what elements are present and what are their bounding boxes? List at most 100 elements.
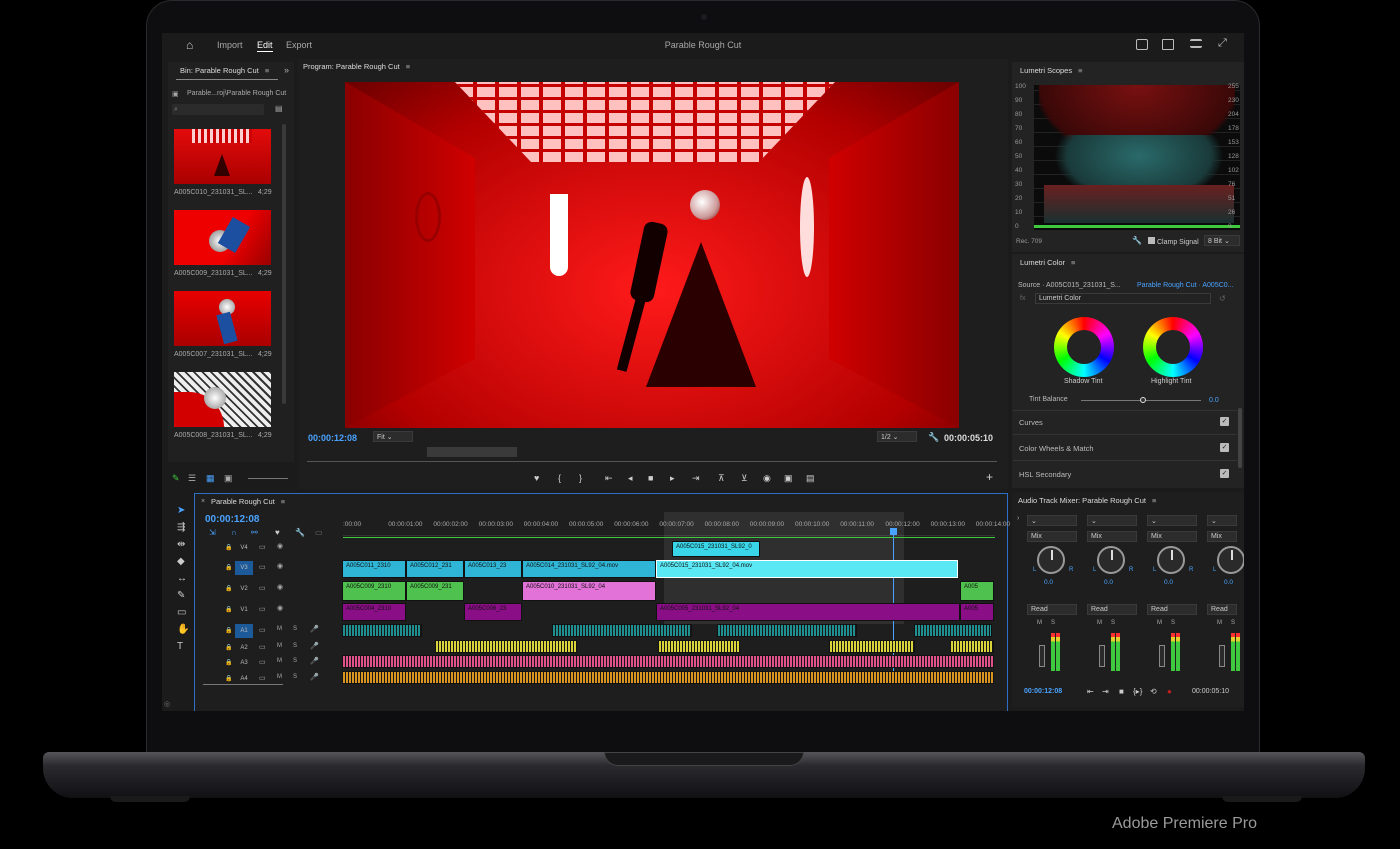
lock-icon[interactable]: 🔒	[225, 659, 232, 666]
channel-solo-button[interactable]: S	[1111, 620, 1115, 626]
channel-solo-button[interactable]: S	[1051, 620, 1055, 626]
add-button-icon[interactable]: +	[986, 470, 993, 484]
ripple-edit-icon[interactable]: ⇹	[177, 539, 185, 550]
timeline-timecode[interactable]: 00:00:12:08	[205, 514, 259, 525]
channel-solo-button[interactable]: S	[1171, 620, 1175, 626]
multicam-icon[interactable]: ▤	[806, 473, 815, 484]
timeline-clip[interactable]: A005C013_23	[464, 560, 522, 578]
lock-icon[interactable]: 🔒	[225, 564, 232, 571]
track-label-a4[interactable]: A4	[235, 672, 253, 686]
bit-depth-dropdown[interactable]: 8 Bit ⌄	[1204, 235, 1240, 246]
lock-icon[interactable]: 🔒	[225, 585, 232, 592]
settings-icon[interactable]	[1190, 39, 1202, 48]
mixer-record-icon[interactable]: ●	[1167, 687, 1172, 696]
mix-dropdown[interactable]: Mix	[1027, 531, 1077, 542]
timeline-clip[interactable]: A005C006_23	[464, 603, 522, 621]
bin-tab[interactable]: Bin: Parable Rough Cut ≡	[180, 66, 269, 75]
clip-thumbnail[interactable]	[174, 210, 271, 265]
lift-icon[interactable]: ⊼	[718, 473, 725, 484]
channel-mute-button[interactable]: M	[1217, 620, 1222, 626]
mic-icon[interactable]: 🎤	[310, 625, 319, 633]
timeline-clip[interactable]: A005	[960, 603, 994, 621]
pan-knob[interactable]	[1217, 546, 1244, 574]
hsl-secondary-section[interactable]: HSL Secondary	[1019, 470, 1071, 479]
slip-tool-icon[interactable]: ↔	[177, 573, 187, 584]
track-label-v2[interactable]: V2	[235, 582, 253, 596]
go-to-out-icon[interactable]: ⇥	[692, 473, 700, 484]
program-tab[interactable]: Program: Parable Rough Cut ≡	[303, 62, 410, 71]
pan-knob[interactable]	[1037, 546, 1065, 574]
pan-value[interactable]: 0.0	[1164, 579, 1173, 586]
audio-clip[interactable]	[342, 671, 994, 684]
solo-button[interactable]: S	[293, 674, 297, 680]
timeline-clip[interactable]: A005C014_231031_SL92_04.mov	[522, 560, 656, 578]
comparison-view-icon[interactable]: ▣	[784, 473, 793, 484]
pen-tool-icon[interactable]: ✎	[177, 590, 185, 601]
channel-input-dropdown[interactable]: ⌄	[1207, 515, 1237, 526]
film-icon[interactable]: ▭	[259, 543, 266, 551]
extract-icon[interactable]: ⊻	[741, 473, 748, 484]
channel-input-dropdown[interactable]: ⌄	[1027, 515, 1077, 526]
mute-button[interactable]: M	[277, 626, 282, 632]
audio-clip[interactable]	[552, 624, 692, 637]
mix-dropdown[interactable]: Mix	[1147, 531, 1197, 542]
audio-clip[interactable]	[914, 624, 992, 637]
nest-icon[interactable]: ⇲	[209, 528, 216, 537]
reset-icon[interactable]: ↺	[1219, 294, 1226, 303]
timeline-settings-icon[interactable]: 🔧	[295, 528, 305, 537]
timeline-clip[interactable]: A005C009_2310	[342, 581, 406, 601]
volume-fader[interactable]	[1159, 645, 1165, 667]
pan-value[interactable]: 0.0	[1224, 579, 1233, 586]
snap-icon[interactable]: ∩	[231, 528, 237, 537]
timeline-clip[interactable]: A005C012_231	[406, 560, 464, 578]
automation-dropdown[interactable]: Read	[1027, 604, 1077, 615]
track-label-a1[interactable]: A1	[235, 624, 253, 638]
film-icon[interactable]: ▭	[259, 584, 266, 592]
track-select-icon[interactable]: ⇶	[177, 522, 185, 533]
add-marker-icon[interactable]: ♥	[275, 528, 280, 537]
clip-thumbnail[interactable]	[174, 372, 271, 427]
pan-knob[interactable]	[1097, 546, 1125, 574]
selection-tool-icon[interactable]: ➤	[177, 505, 185, 516]
clip-thumbnail[interactable]	[174, 291, 271, 346]
tint-balance-value[interactable]: 0.0	[1209, 397, 1219, 404]
highlight-tint-wheel[interactable]	[1143, 317, 1203, 377]
shadow-tint-wheel[interactable]	[1054, 317, 1114, 377]
scope-settings-icon[interactable]: 🔧	[1132, 236, 1142, 245]
color-wheels-section[interactable]: Color Wheels & Match	[1019, 444, 1094, 453]
bin-search-input[interactable]: ⌕	[172, 104, 264, 115]
fit-dropdown[interactable]: Fit ⌄	[373, 431, 413, 442]
timeline-clip[interactable]: A005C009_231	[406, 581, 464, 601]
volume-fader[interactable]	[1219, 645, 1225, 667]
linked-selection-icon[interactable]: ⚯	[251, 528, 258, 537]
audio-clip[interactable]	[342, 655, 994, 668]
eye-icon[interactable]: ◉	[277, 604, 283, 612]
timeline-clip[interactable]: A005C011_2310	[342, 560, 406, 578]
expand-icon[interactable]: ›	[1017, 515, 1019, 522]
audio-mixer-tab[interactable]: Audio Track Mixer: Parable Rough Cut ≡	[1018, 496, 1156, 505]
playhead-bar[interactable]	[307, 461, 997, 462]
eye-icon[interactable]: ◉	[277, 583, 283, 591]
scopes-tab[interactable]: Lumetri Scopes ≡	[1020, 66, 1083, 75]
pencil-icon[interactable]: ✎	[172, 473, 180, 484]
track-label-v1[interactable]: V1	[235, 603, 253, 617]
volume-fader[interactable]	[1039, 645, 1045, 667]
wrench-icon[interactable]: 🔧	[928, 432, 939, 443]
channel-solo-button[interactable]: S	[1231, 620, 1235, 626]
mixer-go-in-icon[interactable]: ⇤	[1087, 687, 1094, 696]
channel-input-dropdown[interactable]: ⌄	[1087, 515, 1137, 526]
timeline-clip[interactable]: A005C004_2310	[342, 603, 406, 621]
solo-button[interactable]: S	[293, 643, 297, 649]
workspaces-icon[interactable]	[1136, 39, 1148, 50]
export-frame-icon[interactable]: ◉	[763, 473, 771, 484]
volume-fader[interactable]	[1099, 645, 1105, 667]
fullscreen-icon[interactable]: ⤢	[1218, 38, 1230, 49]
track-label-v3[interactable]: V3	[235, 561, 253, 575]
timeline-clip[interactable]: A005C010_231031_SL92_04	[522, 581, 656, 601]
track-label-a2[interactable]: A2	[235, 641, 253, 655]
automation-dropdown[interactable]: Read	[1207, 604, 1237, 615]
lumetri-color-tab[interactable]: Lumetri Color ≡	[1020, 258, 1075, 267]
channel-mute-button[interactable]: M	[1097, 620, 1102, 626]
mute-button[interactable]: M	[277, 658, 282, 664]
channel-mute-button[interactable]: M	[1157, 620, 1162, 626]
